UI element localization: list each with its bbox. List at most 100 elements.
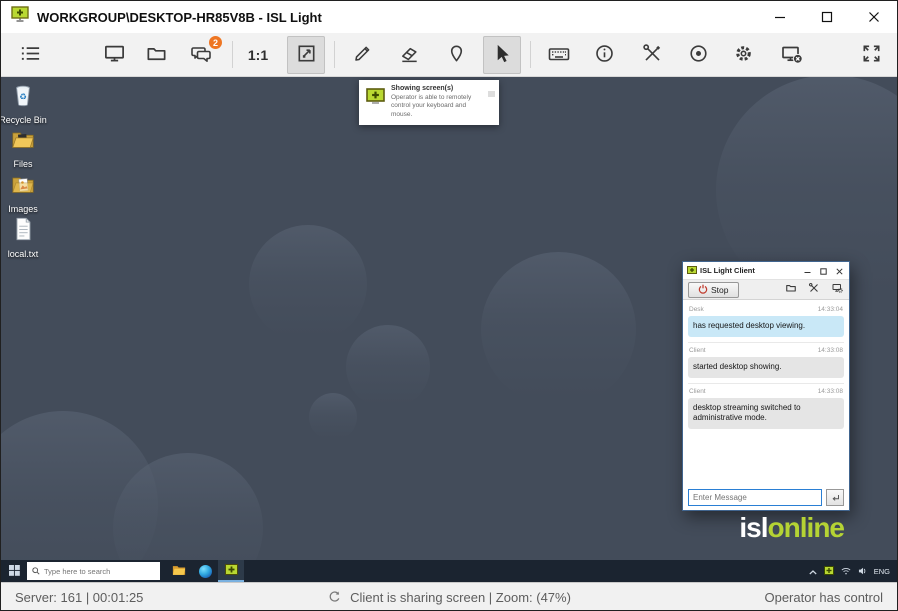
text-file-icon <box>10 216 36 247</box>
stop-button[interactable]: Stop <box>688 282 739 298</box>
desktop-icon-files[interactable]: Files <box>1 126 45 169</box>
desktop-view-button[interactable] <box>95 36 133 74</box>
system-tray: ENG <box>809 562 897 580</box>
notification-menu-icon[interactable] <box>488 84 495 102</box>
titlebar: WORKGROUP\DESKTOP-HR85V8B - ISL Light <box>1 1 897 33</box>
maximize-button[interactable] <box>803 1 850 33</box>
window-controls <box>756 1 897 33</box>
remote-desktop-view[interactable]: ♻ Recycle Bin Files <box>1 77 897 582</box>
wallpaper-circle <box>249 225 367 343</box>
search-icon <box>32 562 40 580</box>
client-minimize-button[interactable] <box>804 262 811 280</box>
wallpaper-circle <box>309 393 357 441</box>
fit-to-screen-button[interactable] <box>287 36 325 74</box>
chat-message: Client 14:33:08 started desktop showing. <box>688 342 844 378</box>
session-info-button[interactable] <box>585 36 623 74</box>
scale-1-1-button[interactable]: 1:1 <box>239 36 277 74</box>
server-session-info: Server: 161 | 00:01:25 <box>15 590 143 605</box>
client-window-title: ISL Light Client <box>700 266 755 275</box>
isl-app-icon <box>11 6 29 28</box>
draw-pen-button[interactable] <box>343 36 381 74</box>
tray-network-icon[interactable] <box>841 562 851 580</box>
message-text: started desktop showing. <box>688 357 844 378</box>
chat-message-list[interactable]: Desk 14:33:04 has requested desktop view… <box>683 300 849 484</box>
return-arrow-icon <box>831 490 840 505</box>
client-folder-icon[interactable] <box>785 281 797 299</box>
sharing-status: Client is sharing screen | Zoom: (47%) <box>327 589 571 607</box>
select-cursor-button[interactable] <box>483 36 521 74</box>
fullscreen-expand-icon <box>860 42 883 68</box>
cursor-arrow-icon <box>491 42 514 68</box>
disconnect-button[interactable] <box>773 36 811 74</box>
pencil-icon <box>351 42 374 68</box>
menu-button[interactable] <box>11 36 49 74</box>
settings-button[interactable] <box>724 36 762 74</box>
scale-1-1-label: 1:1 <box>248 47 268 63</box>
client-maximize-button[interactable] <box>820 262 827 280</box>
keyboard-icon <box>547 42 571 69</box>
start-button[interactable] <box>1 560 27 582</box>
fullscreen-button[interactable] <box>852 36 890 74</box>
pin-icon <box>445 42 468 68</box>
close-button[interactable] <box>850 1 897 33</box>
taskbar-file-explorer[interactable] <box>166 560 192 582</box>
images-folder-icon <box>10 171 36 202</box>
taskbar-search-input[interactable] <box>44 567 155 576</box>
info-icon <box>593 42 616 68</box>
isl-light-client-window: ISL Light Client Stop <box>682 261 850 511</box>
gear-icon <box>732 42 755 68</box>
chat-message-input[interactable] <box>688 489 822 506</box>
message-sender: Desk <box>689 306 704 313</box>
taskbar-isl-light[interactable] <box>218 560 244 582</box>
taskbar-search-box[interactable] <box>27 562 160 580</box>
keyboard-button[interactable] <box>540 36 578 74</box>
chat-button[interactable]: 2 <box>182 36 220 74</box>
minimize-button[interactable] <box>756 1 803 33</box>
record-icon <box>687 42 710 68</box>
toolbar-divider <box>232 41 233 68</box>
admin-tools-button[interactable] <box>633 36 671 74</box>
notification-title: Showing screen(s) <box>391 85 489 92</box>
taskbar-edge[interactable] <box>192 560 218 582</box>
islonline-logo: islonline <box>739 512 844 544</box>
client-screen-settings-icon[interactable] <box>831 281 844 299</box>
tray-isl-icon[interactable] <box>824 562 834 580</box>
message-time: 14:33:08 <box>818 347 843 354</box>
client-window-controls <box>804 262 845 280</box>
client-tools-icon[interactable] <box>808 281 820 299</box>
windows-logo-icon <box>9 564 20 579</box>
files-folder-icon <box>10 126 36 157</box>
chat-unread-badge: 2 <box>208 35 223 50</box>
file-explorer-icon <box>172 564 186 579</box>
power-stop-icon <box>698 284 708 296</box>
isl-taskbar-icon <box>225 564 238 579</box>
control-status: Operator has control <box>764 590 883 605</box>
isl-light-window: WORKGROUP\DESKTOP-HR85V8B - ISL Light <box>0 0 898 611</box>
sharing-status-text: Client is sharing screen | Zoom: (47%) <box>350 590 571 605</box>
client-close-button[interactable] <box>836 262 843 280</box>
folder-icon <box>145 42 168 68</box>
toolbar-divider <box>530 41 531 68</box>
desktop-icon-recycle-bin[interactable]: ♻ Recycle Bin <box>1 82 45 125</box>
desktop-icon-images[interactable]: Images <box>1 171 45 214</box>
message-text: has requested desktop viewing. <box>688 316 844 337</box>
notification-body: Operator is able to remotely control you… <box>391 94 489 119</box>
eraser-icon <box>398 42 421 68</box>
client-app-icon <box>687 262 697 280</box>
eraser-button[interactable] <box>390 36 428 74</box>
desktop-icon-local-txt[interactable]: local.txt <box>1 216 45 259</box>
record-button[interactable] <box>679 36 717 74</box>
message-time: 14:33:08 <box>818 388 843 395</box>
message-sender: Client <box>689 388 706 395</box>
pointer-marker-button[interactable] <box>437 36 475 74</box>
send-message-button[interactable] <box>826 489 844 506</box>
fit-screen-icon <box>295 42 318 68</box>
tray-chevron-up-icon[interactable] <box>809 562 817 580</box>
client-titlebar: ISL Light Client <box>683 262 849 279</box>
file-transfer-button[interactable] <box>137 36 175 74</box>
svg-text:♻: ♻ <box>19 92 26 102</box>
tray-language-label[interactable]: ENG <box>874 567 890 576</box>
tray-volume-icon[interactable] <box>858 562 867 580</box>
main-toolbar: 2 1:1 <box>1 33 897 77</box>
refresh-sync-icon <box>327 589 342 607</box>
